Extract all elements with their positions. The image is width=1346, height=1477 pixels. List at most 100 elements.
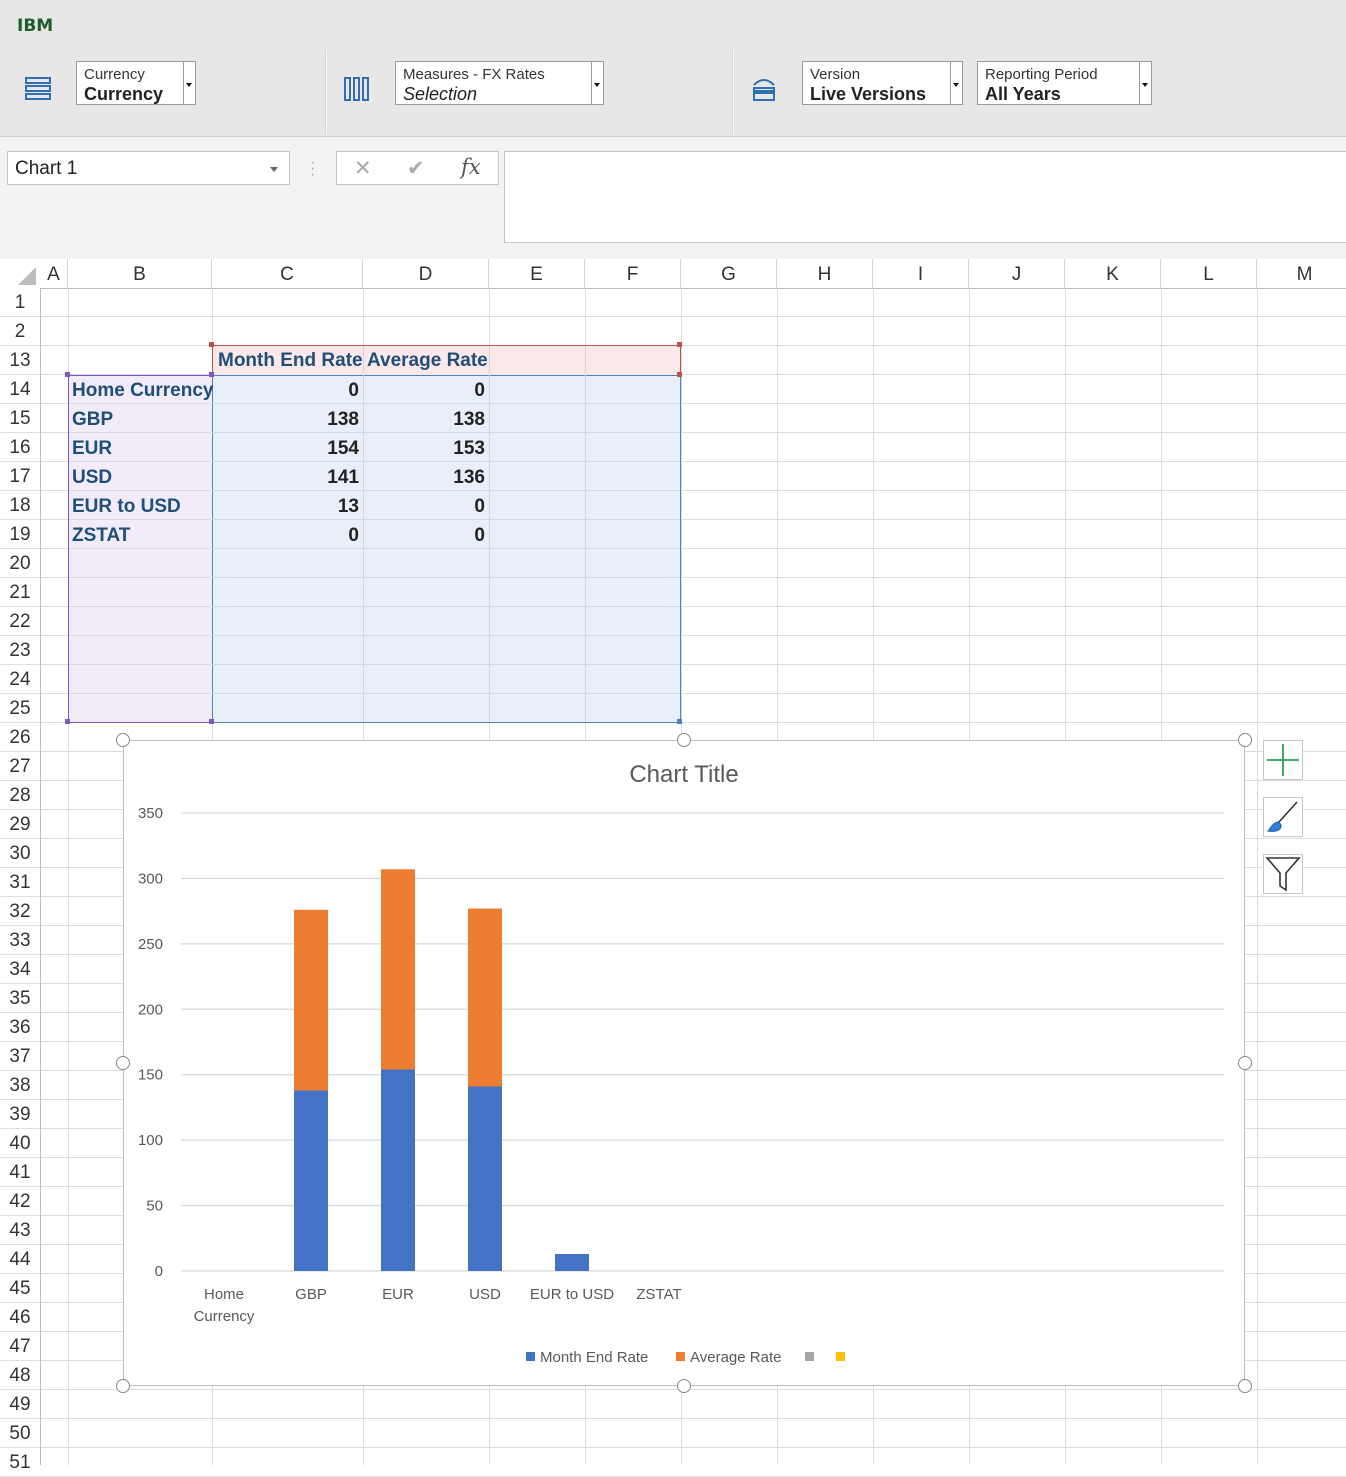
range-resize-handle[interactable] (65, 372, 70, 377)
row-label-cell[interactable]: EUR (68, 434, 213, 463)
row-header-38[interactable]: 38 (0, 1071, 40, 1100)
select-all-icon[interactable] (14, 265, 36, 285)
range-resize-handle[interactable] (677, 719, 682, 724)
column-header-j[interactable]: J (969, 259, 1065, 288)
row-header-47[interactable]: 47 (0, 1332, 40, 1361)
row-header-41[interactable]: 41 (0, 1158, 40, 1187)
column-header-l[interactable]: L (1161, 259, 1257, 288)
formula-input[interactable] (504, 151, 1346, 243)
range-resize-handle[interactable] (209, 372, 214, 377)
average-rate-cell[interactable]: 0 (363, 376, 489, 405)
row-label-cell[interactable]: Home Currency (68, 376, 214, 405)
chart-styles-button[interactable] (1263, 797, 1303, 837)
column-header-h[interactable]: H (777, 259, 873, 288)
average-rate-cell[interactable]: 136 (363, 463, 489, 492)
average-rate-cell[interactable]: 138 (363, 405, 489, 434)
row-header-50[interactable]: 50 (0, 1419, 40, 1448)
row-header-23[interactable]: 23 (0, 636, 40, 665)
row-header-35[interactable]: 35 (0, 984, 40, 1013)
rows-icon[interactable] (24, 75, 52, 103)
column-header-b[interactable]: B (68, 259, 212, 288)
chart-resize-handle[interactable] (1238, 1379, 1252, 1393)
row-header-44[interactable]: 44 (0, 1245, 40, 1274)
range-resize-handle[interactable] (65, 719, 70, 724)
chevron-down-icon[interactable] (270, 167, 278, 172)
column-header-k[interactable]: K (1065, 259, 1161, 288)
row-header-34[interactable]: 34 (0, 955, 40, 984)
chart-filters-button[interactable] (1263, 854, 1303, 894)
chart-title[interactable]: Chart Title (629, 761, 738, 788)
row-header-22[interactable]: 22 (0, 607, 40, 636)
column-header-i[interactable]: I (873, 259, 969, 288)
bar-month-end-rate[interactable] (555, 1253, 589, 1271)
row-header-51[interactable]: 51 (0, 1448, 40, 1477)
range-resize-handle[interactable] (209, 342, 214, 347)
chart-resize-handle[interactable] (677, 733, 691, 747)
month-end-rate-cell[interactable]: 13 (212, 492, 363, 521)
row-header-27[interactable]: 27 (0, 752, 40, 781)
column-header-d[interactable]: D (363, 259, 489, 288)
row-label-cell[interactable]: ZSTAT (68, 521, 213, 550)
chevron-down-icon[interactable] (950, 62, 962, 104)
chart-area[interactable]: Chart Title 0 50 100 150 200 250 300 350 Home Curr… (123, 740, 1245, 1386)
average-rate-cell[interactable]: 0 (363, 521, 489, 550)
row-header-31[interactable]: 31 (0, 868, 40, 897)
row-header-15[interactable]: 15 (0, 404, 40, 433)
chart-resize-handle[interactable] (677, 1379, 691, 1393)
row-header-14[interactable]: 14 (0, 375, 40, 404)
month-end-rate-cell[interactable]: 138 (212, 405, 363, 434)
chart-elements-button[interactable] (1263, 740, 1303, 780)
row-header-21[interactable]: 21 (0, 578, 40, 607)
row-header-46[interactable]: 46 (0, 1303, 40, 1332)
month-end-rate-cell[interactable]: 0 (212, 376, 363, 405)
row-header-49[interactable]: 49 (0, 1390, 40, 1419)
month-end-rate-cell[interactable]: 141 (212, 463, 363, 492)
column-header-c[interactable]: C (212, 259, 363, 288)
legend-label[interactable]: Average Rate (690, 1349, 781, 1366)
chart-resize-handle[interactable] (1238, 733, 1252, 747)
average-rate-cell[interactable]: 0 (363, 492, 489, 521)
currency-dropdown[interactable]: Currency Currency (76, 61, 196, 105)
reporting-period-dropdown[interactable]: Reporting Period All Years (977, 61, 1152, 105)
bar-month-end-rate[interactable] (381, 1069, 415, 1271)
row-label-cell[interactable]: EUR to USD (68, 492, 213, 521)
chevron-down-icon[interactable] (183, 62, 195, 104)
row-label-cell[interactable]: USD (68, 463, 213, 492)
row-header-39[interactable]: 39 (0, 1100, 40, 1129)
bar-month-end-rate[interactable] (294, 1090, 328, 1271)
range-resize-handle[interactable] (677, 372, 682, 377)
cancel-icon[interactable]: ✕ (354, 156, 372, 181)
bar-average-rate[interactable] (468, 908, 502, 1087)
row-header-40[interactable]: 40 (0, 1129, 40, 1158)
row-header-32[interactable]: 32 (0, 897, 40, 926)
bar-average-rate[interactable] (381, 869, 415, 1070)
row-header-17[interactable]: 17 (0, 462, 40, 491)
chart-resize-handle[interactable] (116, 733, 130, 747)
grip-icon[interactable]: · · · (310, 155, 315, 183)
row-header-30[interactable]: 30 (0, 839, 40, 868)
row-header-29[interactable]: 29 (0, 810, 40, 839)
insert-function-icon[interactable]: fx (461, 155, 481, 179)
header-average-rate[interactable]: Average Rate (363, 346, 489, 375)
row-header-18[interactable]: 18 (0, 491, 40, 520)
columns-icon[interactable] (343, 75, 371, 103)
range-resize-handle[interactable] (209, 719, 214, 724)
row-header-45[interactable]: 45 (0, 1274, 40, 1303)
column-header-a[interactable]: A (40, 259, 68, 288)
row-label-cell[interactable]: GBP (68, 405, 213, 434)
row-header-42[interactable]: 42 (0, 1187, 40, 1216)
column-header-g[interactable]: G (681, 259, 777, 288)
average-rate-cell[interactable]: 153 (363, 434, 489, 463)
column-header-m[interactable]: M (1257, 259, 1346, 288)
legend-swatch[interactable] (836, 1352, 845, 1361)
row-header-16[interactable]: 16 (0, 433, 40, 462)
header-month-end-rate[interactable]: Month End Rate (212, 346, 363, 375)
column-header-f[interactable]: F (585, 259, 681, 288)
legend-swatch[interactable] (676, 1352, 685, 1361)
row-header-48[interactable]: 48 (0, 1361, 40, 1390)
row-header-43[interactable]: 43 (0, 1216, 40, 1245)
column-header-e[interactable]: E (489, 259, 585, 288)
row-header-37[interactable]: 37 (0, 1042, 40, 1071)
chart-resize-handle[interactable] (1238, 1056, 1252, 1070)
chevron-down-icon[interactable] (1139, 62, 1151, 104)
